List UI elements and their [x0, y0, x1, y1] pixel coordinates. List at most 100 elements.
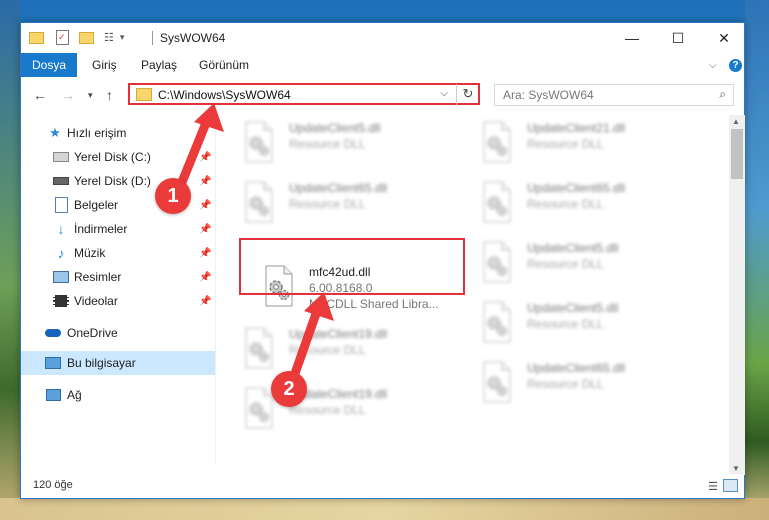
- file-item[interactable]: UpdateClient65.dll Resource DLL: [481, 359, 701, 407]
- search-box[interactable]: Ara: SysWOW64 ⌕: [494, 84, 734, 106]
- expand-ribbon-icon[interactable]: ⌵: [709, 53, 717, 77]
- maximize-button[interactable]: ☐: [655, 23, 701, 53]
- dll-file-icon: [481, 361, 513, 403]
- search-icon[interactable]: ⌕: [719, 87, 726, 102]
- up-arrow-icon[interactable]: ↑: [106, 87, 113, 103]
- pictures-icon: [53, 269, 69, 285]
- title-bar: ✓ ☷ ▾ SysWOW64 — ☐ ✕: [21, 23, 744, 53]
- file-name: UpdateClient21.dll: [527, 121, 626, 135]
- tab-view[interactable]: Görünüm: [199, 53, 249, 77]
- sidebar-item-this-pc[interactable]: Bu bilgisayar: [21, 351, 215, 375]
- recent-locations-icon[interactable]: ▾: [88, 90, 93, 101]
- file-item[interactable]: UpdateClient5.dll Resource DLL: [243, 119, 463, 167]
- tab-home[interactable]: Giriş: [92, 53, 117, 77]
- highlight-box-file: [239, 238, 465, 295]
- dll-file-icon: [481, 301, 513, 343]
- file-description: Resource DLL: [527, 137, 604, 151]
- help-icon[interactable]: ?: [729, 53, 742, 77]
- new-folder-icon[interactable]: [79, 31, 94, 44]
- dll-file-icon: [243, 387, 275, 429]
- documents-icon: [53, 197, 69, 213]
- navigation-bar: ← → ▾ ↑ C:\Windows\SysWOW64 ⌵ ↻ Ara: Sys…: [21, 77, 744, 113]
- tab-share[interactable]: Paylaş: [141, 53, 177, 77]
- desktop-background-right: [745, 0, 769, 520]
- status-bar: 120 öğe ☰: [21, 474, 744, 498]
- desktop-background-bottom: [0, 498, 769, 520]
- pin-icon[interactable]: 📌: [199, 152, 211, 163]
- properties-icon[interactable]: ✓: [56, 30, 69, 45]
- file-item[interactable]: UpdateClient5.dll Resource DLL: [481, 239, 701, 287]
- music-icon: ♪: [57, 245, 65, 261]
- ribbon-tabs: Dosya Giriş Paylaş Görünüm ⌵ ?: [21, 53, 744, 77]
- dll-file-icon: [243, 181, 275, 223]
- sidebar-item-pictures[interactable]: Resimler 📌: [21, 265, 215, 289]
- close-button[interactable]: ✕: [701, 23, 747, 53]
- scroll-thumb[interactable]: [731, 129, 743, 179]
- address-path: C:\Windows\SysWOW64: [158, 88, 291, 102]
- view-options-icon[interactable]: ☷: [104, 31, 114, 44]
- desktop-background-left: [0, 0, 20, 520]
- pin-icon[interactable]: 📌: [199, 272, 211, 283]
- file-description: Resource DLL: [289, 343, 366, 357]
- file-description: Resource DLL: [289, 403, 366, 417]
- navigation-pane: ★ Hızlı erişim Yerel Disk (C:) 📌 Yerel D…: [21, 115, 215, 455]
- sidebar-item-music[interactable]: ♪ Müzik 📌: [21, 241, 215, 265]
- file-item[interactable]: UpdateClient65.dll Resource DLL: [481, 179, 701, 227]
- file-description: Resource DLL: [527, 257, 604, 271]
- sidebar-item-videos[interactable]: Videolar 📌: [21, 289, 215, 313]
- sidebar-item-label: İndirmeler: [74, 222, 128, 236]
- sidebar-item-label: Müzik: [74, 246, 106, 260]
- details-view-icon[interactable]: ☰: [708, 480, 718, 493]
- scroll-down-icon[interactable]: ▼: [732, 464, 740, 473]
- file-description: Resource DLL: [289, 137, 366, 151]
- sidebar-item-network[interactable]: Ağ: [21, 383, 215, 407]
- dll-file-icon: [481, 181, 513, 223]
- computer-icon: [45, 355, 61, 371]
- customize-toolbar-icon[interactable]: ▾: [120, 32, 125, 43]
- network-icon: [45, 387, 61, 403]
- pin-icon[interactable]: 📌: [199, 176, 211, 187]
- vertical-scrollbar[interactable]: ▲ ▼: [729, 115, 745, 475]
- window-title: SysWOW64: [160, 31, 226, 45]
- sidebar-item-label: Belgeler: [74, 198, 119, 212]
- tab-file[interactable]: Dosya: [21, 53, 77, 77]
- file-name: UpdateClient65.dll: [527, 181, 626, 195]
- cloud-icon: [45, 325, 61, 341]
- pin-icon[interactable]: 📌: [199, 200, 211, 211]
- sidebar-item-label: OneDrive: [67, 326, 118, 340]
- sidebar-item-label: Resimler: [74, 270, 122, 284]
- folder-icon: [136, 88, 152, 101]
- sidebar-item-quick-access[interactable]: ★ Hızlı erişim: [21, 121, 215, 145]
- file-item[interactable]: UpdateClient21.dll Resource DLL: [481, 119, 701, 167]
- file-description: Resource DLL: [527, 197, 604, 211]
- address-dropdown-icon[interactable]: ⌵: [440, 88, 448, 99]
- pin-icon[interactable]: 📌: [199, 296, 211, 307]
- dll-file-icon: [481, 241, 513, 283]
- scroll-up-icon[interactable]: ▲: [732, 117, 740, 126]
- pane-divider: [215, 115, 216, 463]
- dll-file-icon: [481, 121, 513, 163]
- sidebar-item-downloads[interactable]: ↓ İndirmeler 📌: [21, 217, 215, 241]
- refresh-icon[interactable]: ↻: [456, 84, 479, 106]
- sidebar-item-label: Videolar: [74, 294, 118, 308]
- pin-icon[interactable]: 📌: [199, 248, 211, 259]
- sidebar-item-onedrive[interactable]: OneDrive: [21, 321, 215, 345]
- dll-file-icon: [243, 121, 275, 163]
- pin-icon[interactable]: 📌: [199, 224, 211, 235]
- forward-arrow-icon[interactable]: →: [61, 87, 75, 103]
- tiles-view-icon[interactable]: [723, 479, 738, 492]
- sidebar-item-drive-c[interactable]: Yerel Disk (C:) 📌: [21, 145, 215, 169]
- sidebar-item-label: Ağ: [67, 388, 82, 402]
- file-item[interactable]: UpdateClient5.dll Resource DLL: [481, 299, 701, 347]
- file-item[interactable]: UpdateClient19.dll Resource DLL: [243, 325, 463, 373]
- file-item[interactable]: UpdateClient65.dll Resource DLL: [243, 179, 463, 227]
- address-bar[interactable]: C:\Windows\SysWOW64 ⌵ ↻: [128, 83, 480, 106]
- video-icon: [53, 293, 69, 309]
- sidebar-item-label: Bu bilgisayar: [67, 356, 136, 370]
- sidebar-item-label: Hızlı erişim: [67, 126, 127, 140]
- back-arrow-icon[interactable]: ←: [33, 87, 47, 103]
- minimize-button[interactable]: —: [609, 23, 655, 53]
- file-name: UpdateClient65.dll: [289, 181, 388, 195]
- file-name: UpdateClient5.dll: [289, 121, 381, 135]
- star-icon: ★: [49, 125, 61, 140]
